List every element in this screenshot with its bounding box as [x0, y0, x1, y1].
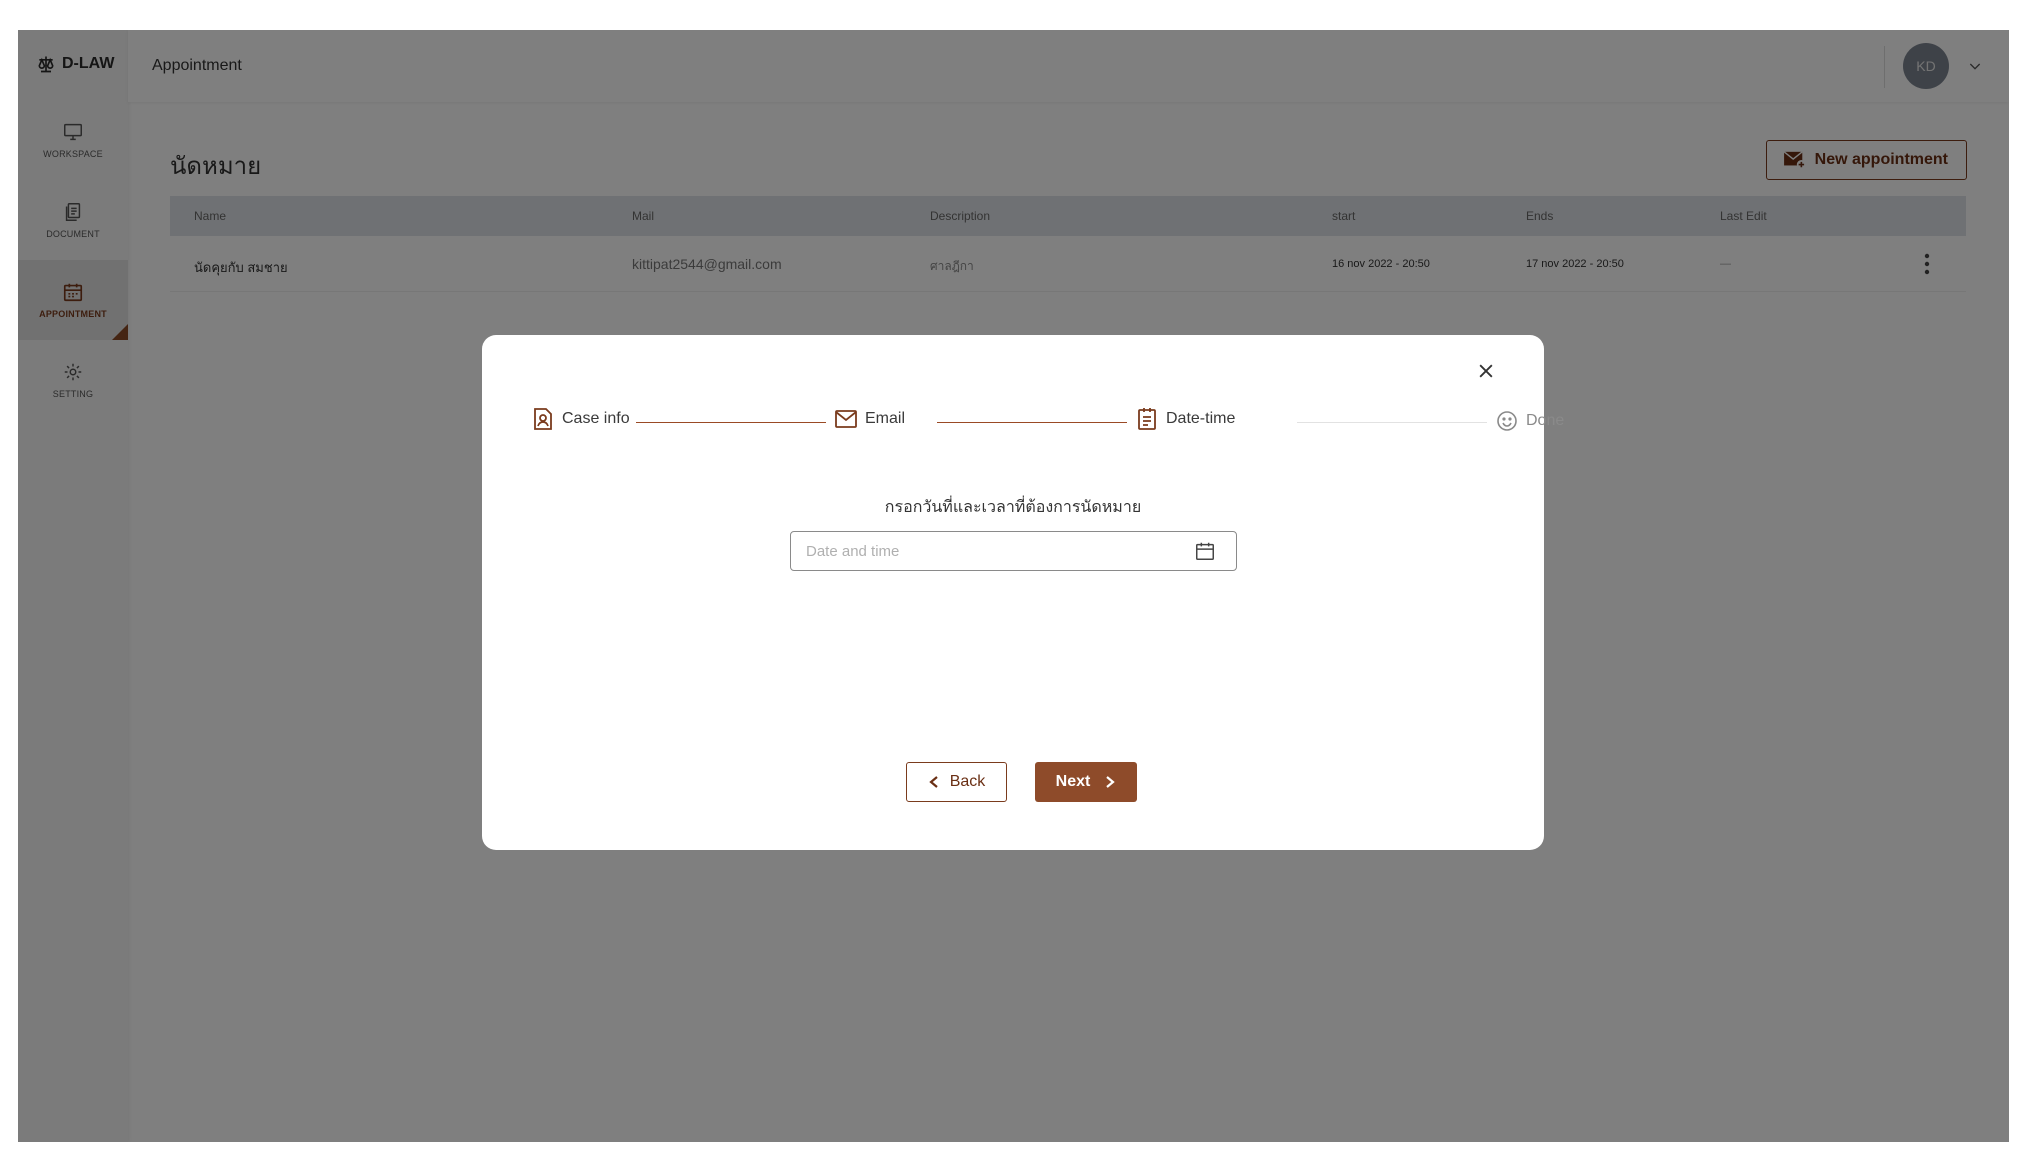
back-button[interactable]: Back [906, 762, 1007, 802]
step-label: Email [865, 410, 906, 427]
datetime-input[interactable] [806, 532, 1166, 570]
appointment-modal: Case info Email Date-time Done กรอกวันที… [482, 335, 1564, 850]
step-label: Date-time [1166, 410, 1236, 427]
step-label: Done [1526, 412, 1565, 429]
close-icon[interactable] [1476, 361, 1496, 381]
chevron-left-icon [928, 776, 938, 788]
next-label: Next [1055, 773, 1091, 790]
next-button[interactable]: Next [1035, 762, 1137, 802]
step-date-time[interactable]: Date-time [1136, 407, 1235, 431]
app-window: D-LAW WORKSPACE DOCUMENT APPOINTMENT SET… [18, 30, 2009, 1142]
clipboard-icon [1138, 408, 1156, 430]
chevron-right-icon [1106, 776, 1116, 788]
step-email[interactable]: Email [835, 407, 905, 431]
smiley-icon [1497, 411, 1517, 431]
step-done[interactable]: Done [1496, 409, 1564, 433]
step-connector [636, 422, 826, 423]
mail-icon [835, 410, 857, 428]
step-label: Case info [562, 410, 630, 427]
stepper: Case info Email Date-time Done [532, 407, 1564, 437]
step-connector [1297, 422, 1487, 423]
step-connector [937, 422, 1127, 423]
datetime-field[interactable] [790, 531, 1237, 571]
calendar-icon[interactable] [1194, 540, 1216, 562]
back-label: Back [949, 773, 986, 790]
contact-file-icon [534, 408, 552, 430]
datetime-prompt: กรอกวันที่และเวลาที่ต้องการนัดหมาย [884, 499, 1142, 516]
step-case-info[interactable]: Case info [532, 407, 630, 431]
